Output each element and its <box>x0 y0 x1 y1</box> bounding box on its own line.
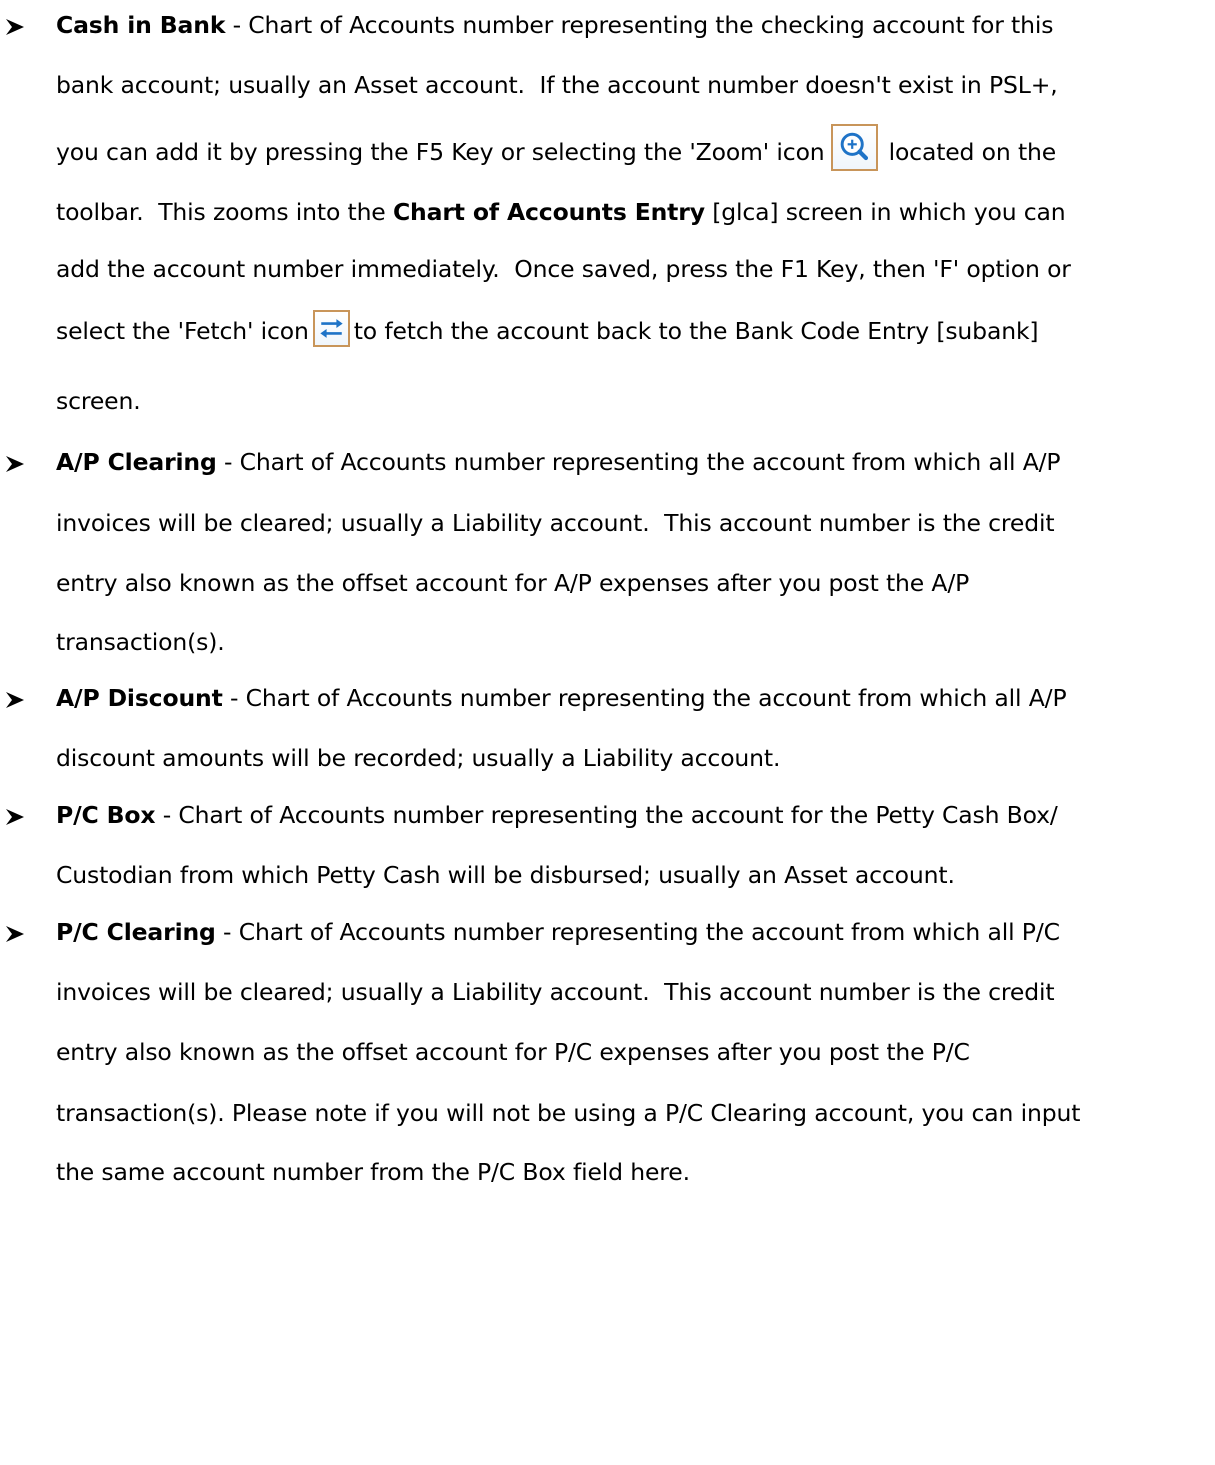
term-label: P/C Clearing <box>56 918 216 946</box>
body-text: screen. <box>56 387 141 415</box>
text-line: you can add it by pressing the F5 Key or… <box>56 124 1057 177</box>
text-line: entry also known as the offset account f… <box>56 1037 970 1067</box>
body-text: bank account; usually an Asset account. … <box>56 71 1058 99</box>
text-line: invoices will be cleared; usually a Liab… <box>56 508 1055 538</box>
text-line: screen. <box>56 386 141 416</box>
arrow-bullet-icon <box>6 19 24 35</box>
text-line: bank account; usually an Asset account. … <box>56 70 1058 100</box>
body-text: invoices will be cleared; usually a Liab… <box>56 978 1055 1006</box>
body-text: to fetch the account back to the Bank Co… <box>353 317 1039 345</box>
body-text: transaction(s). <box>56 628 225 656</box>
arrow-bullet-icon <box>6 926 24 942</box>
body-text: select the 'Fetch' icon <box>56 317 309 345</box>
arrow-bullet-icon <box>6 809 24 825</box>
text-line: entry also known as the offset account f… <box>56 568 969 598</box>
text-line: P/C Clearing - Chart of Accounts number … <box>56 917 1060 947</box>
term-label: A/P Clearing <box>56 448 217 476</box>
term-label: A/P Discount <box>56 684 223 712</box>
text-line: invoices will be cleared; usually a Liab… <box>56 977 1055 1007</box>
text-line: A/P Clearing - Chart of Accounts number … <box>56 447 1061 477</box>
text-line: Cash in Bank - Chart of Accounts number … <box>56 10 1053 40</box>
body-text: discount amounts will be recorded; usual… <box>56 744 781 772</box>
text-line: select the 'Fetch' icon to fetch the acco… <box>56 310 1039 351</box>
text-line: transaction(s). <box>56 627 225 657</box>
body-text: - Chart of Accounts number representing … <box>222 684 1067 712</box>
body-text: - Chart of Accounts number representing … <box>215 918 1060 946</box>
body-text: toolbar. This zooms into the <box>56 198 393 226</box>
text-line: Custodian from which Petty Cash will be … <box>56 860 955 890</box>
body-text: - Chart of Accounts number representing … <box>155 801 1058 829</box>
body-text: the same account number from the P/C Box… <box>56 1158 690 1186</box>
term-label: P/C Box <box>56 801 156 829</box>
text-line: the same account number from the P/C Box… <box>56 1157 690 1187</box>
text-line: discount amounts will be recorded; usual… <box>56 743 780 773</box>
bold-reference: Chart of Accounts Entry <box>392 198 705 226</box>
arrow-bullet-icon <box>6 456 24 472</box>
body-text: entry also known as the offset account f… <box>56 1038 970 1066</box>
body-text: you can add it by pressing the F5 Key or… <box>56 138 825 166</box>
body-text: Custodian from which Petty Cash will be … <box>56 861 955 889</box>
body-text: - Chart of Accounts number representing … <box>225 11 1054 39</box>
body-text: entry also known as the offset account f… <box>56 569 970 597</box>
text-line: transaction(s). Please note if you will … <box>56 1098 1080 1128</box>
body-text: - Chart of Accounts number representing … <box>216 448 1061 476</box>
term-label: Cash in Bank <box>56 11 226 39</box>
body-text: located on the <box>888 138 1057 166</box>
text-line: P/C Box - Chart of Accounts number repre… <box>56 800 1058 830</box>
body-text: [glca] screen in which you can <box>704 198 1066 226</box>
text-line: toolbar. This zooms into the Chart of Ac… <box>56 197 1066 227</box>
zoom-icon <box>830 124 878 171</box>
text-line: A/P Discount - Chart of Accounts number … <box>56 683 1067 713</box>
text-line: add the account number immediately. Once… <box>56 254 1071 284</box>
body-text: transaction(s). Please note if you will … <box>56 1099 1081 1127</box>
arrow-bullet-icon <box>6 692 24 708</box>
body-text: add the account number immediately. Once… <box>56 255 1071 283</box>
fetch-icon <box>312 310 350 347</box>
body-text: invoices will be cleared; usually a Liab… <box>56 509 1055 537</box>
